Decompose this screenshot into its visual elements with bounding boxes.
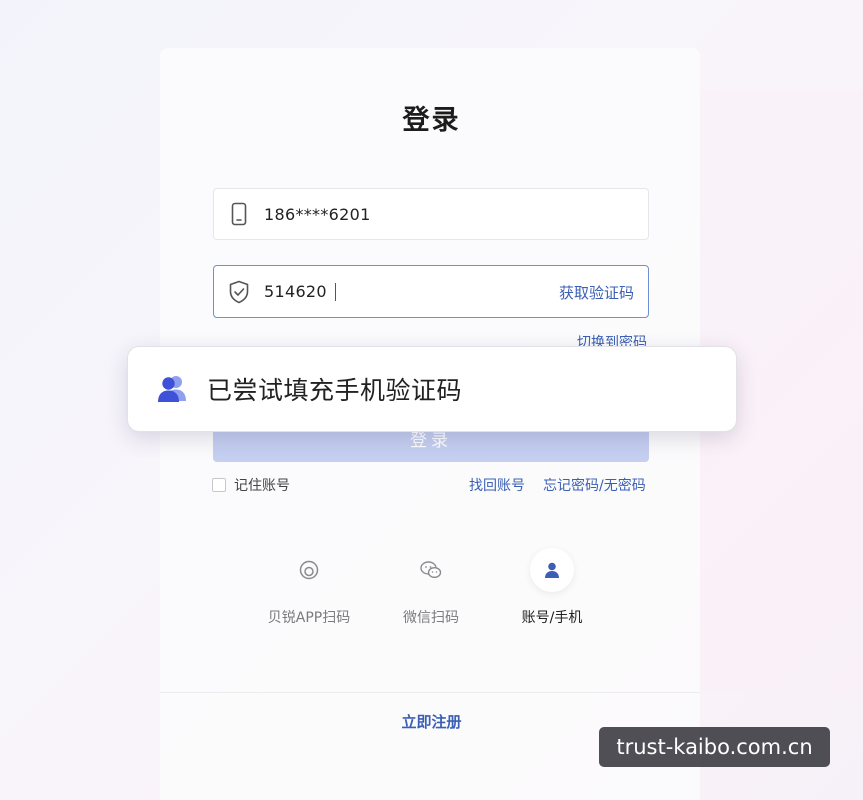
method-label: 微信扫码 [403, 610, 459, 626]
text-caret [334, 282, 336, 301]
method-label: 账号/手机 [521, 610, 583, 626]
code-value[interactable]: 514620 [264, 282, 327, 301]
shield-check-icon [214, 266, 264, 317]
login-methods: 贝锐APP扫码 微信扫码 账号/手机 [0, 548, 863, 628]
page-title: 登录 [402, 105, 461, 136]
phone-value[interactable]: 186****6201 [264, 205, 371, 224]
method-app-scan[interactable]: 贝锐APP扫码 [254, 548, 364, 627]
divider [160, 692, 700, 693]
watermark: trust-kaibo.com.cn [599, 727, 830, 767]
forgot-password-link[interactable]: 忘记密码/无密码 [543, 475, 646, 495]
toast-text: 已尝试填充手机验证码 [207, 376, 463, 405]
remember-label: 记住账号 [234, 478, 290, 494]
wechat-icon[interactable] [409, 548, 453, 592]
app-scan-icon[interactable] [287, 548, 331, 592]
phone-icon [214, 189, 264, 239]
contacts-icon [155, 372, 189, 406]
phone-field[interactable]: 186****6201 [213, 188, 649, 240]
user-icon[interactable] [530, 548, 574, 592]
method-label: 贝锐APP扫码 [267, 610, 351, 626]
method-wechat-scan[interactable]: 微信扫码 [376, 548, 486, 627]
autofill-toast: 已尝试填充手机验证码 [127, 346, 737, 432]
verification-code-field[interactable]: 514620 获取验证码 [213, 265, 649, 318]
remember-checkbox[interactable] [212, 478, 226, 492]
method-account-phone[interactable]: 账号/手机 [497, 548, 607, 627]
get-code-button[interactable]: 获取验证码 [559, 282, 634, 303]
recover-account-link[interactable]: 找回账号 [469, 475, 525, 495]
remember-account[interactable]: 记住账号 [212, 475, 290, 495]
